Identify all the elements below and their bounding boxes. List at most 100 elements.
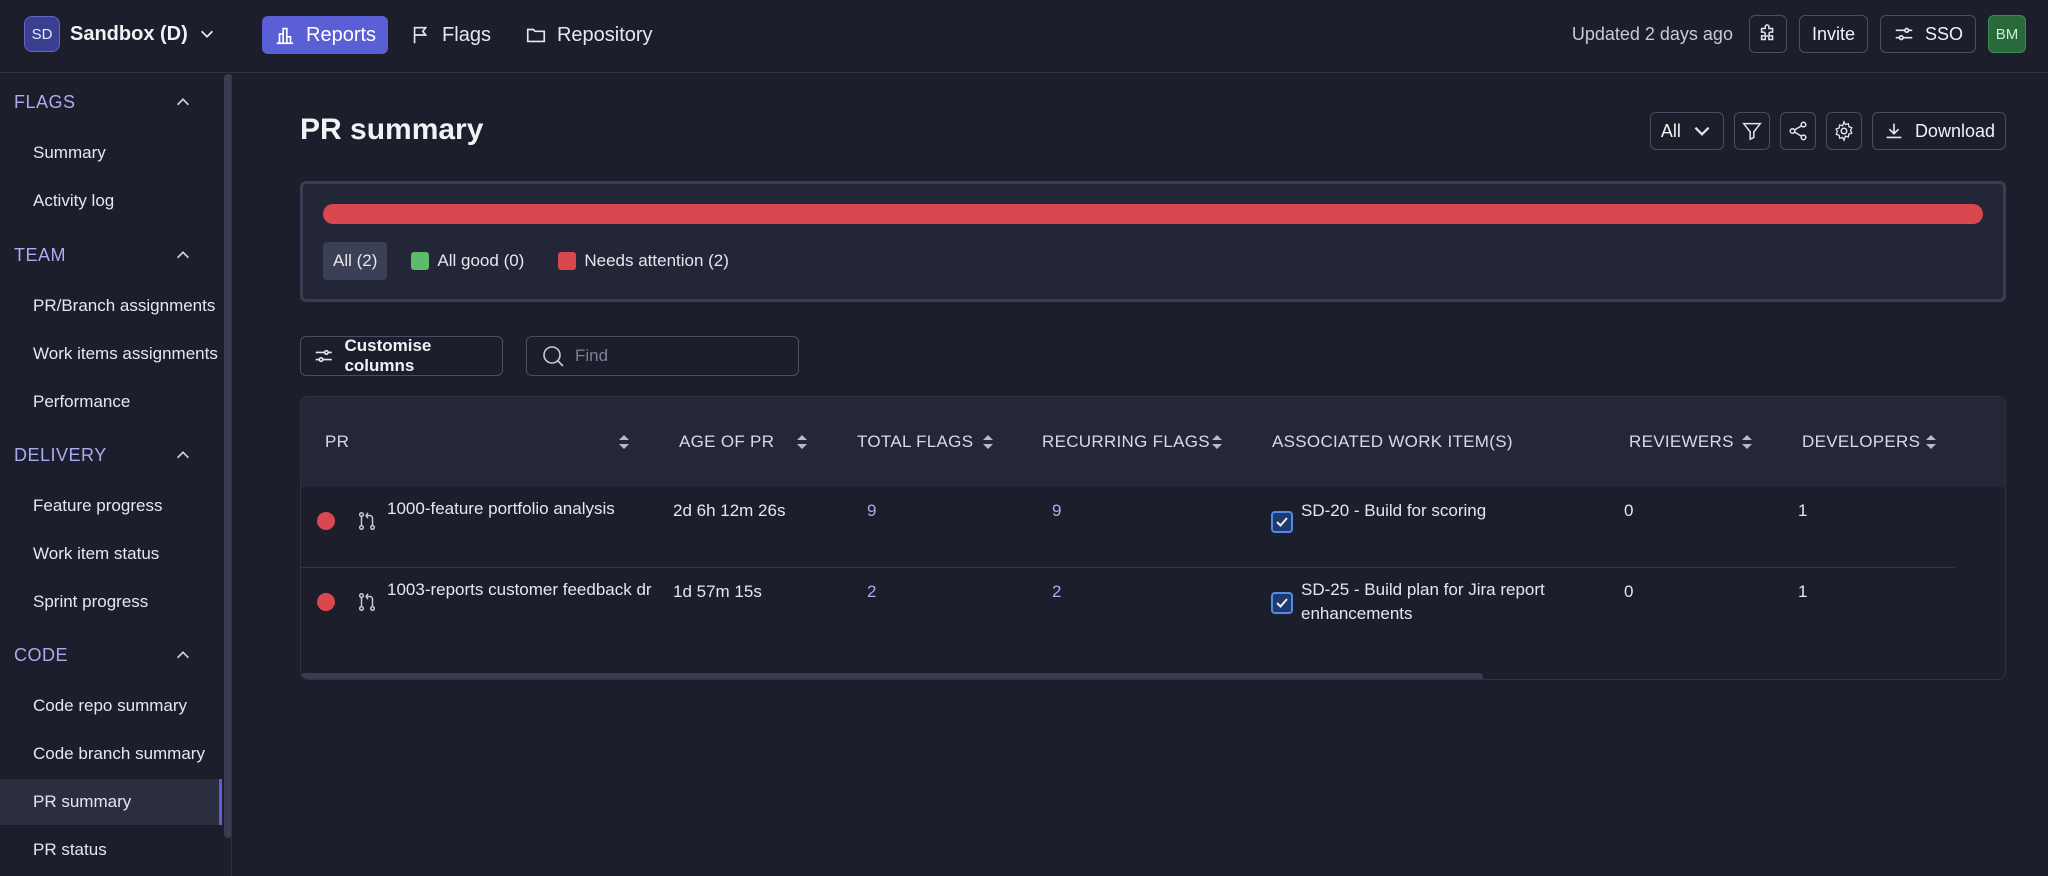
- sort-icon[interactable]: [1925, 433, 1937, 451]
- reviewers-count: 0: [1624, 501, 1634, 520]
- nav-label: Flags: [442, 23, 491, 46]
- sidebar-item-performance[interactable]: Performance: [0, 379, 222, 425]
- sort-icon[interactable]: [1741, 433, 1753, 451]
- invite-button[interactable]: Invite: [1798, 15, 1868, 53]
- sidebar-item-pr-branch-assignments[interactable]: PR/Branch assignments: [0, 283, 222, 329]
- sidebar-item-work-items-assignments[interactable]: Work items assignments: [0, 331, 222, 377]
- filter-icon: [1742, 122, 1762, 141]
- filter-select[interactable]: All: [1649, 112, 1724, 150]
- column-header-pr[interactable]: PR: [325, 397, 349, 487]
- section-title: CODE: [14, 644, 69, 665]
- sidebar-item-feature-progress[interactable]: Feature progress: [0, 483, 222, 529]
- pr-name[interactable]: 1000-feature portfolio analysis: [387, 497, 657, 521]
- user-avatar[interactable]: BM: [1988, 15, 2026, 53]
- sort-icon[interactable]: [982, 433, 994, 451]
- top-right-actions: Updated 2 days ago Invite SSO BM: [1572, 15, 2026, 53]
- total-flags[interactable]: 9: [867, 499, 876, 523]
- legend-label: All (2): [333, 251, 378, 270]
- column-header-recurring-flags[interactable]: RECURRING FLAGS: [1042, 397, 1210, 487]
- workspace-switcher[interactable]: SD Sandbox (D): [24, 16, 216, 52]
- sliders-icon: [1895, 27, 1913, 41]
- folder-icon: [526, 28, 546, 43]
- needs-attention-fill: [323, 204, 1983, 224]
- chart-bar-icon: [276, 27, 294, 45]
- sidebar-section-flags[interactable]: FLAGS: [0, 82, 220, 122]
- nav-flags[interactable]: Flags: [398, 16, 503, 54]
- column-header-age[interactable]: AGE OF PR: [679, 397, 774, 487]
- sidebar-item-work-item-status[interactable]: Work item status: [0, 531, 222, 577]
- legend-all-good[interactable]: All good (0): [401, 242, 534, 280]
- filter-button[interactable]: [1733, 112, 1770, 150]
- recurring-flags[interactable]: 9: [1052, 499, 1061, 523]
- sidebar-item-code-branch-summary[interactable]: Code branch summary: [0, 731, 222, 777]
- sliders-icon: [315, 349, 332, 363]
- sidebar-item-sprint-progress[interactable]: Sprint progress: [0, 579, 222, 625]
- pull-request-icon: [358, 593, 376, 611]
- sidebar-section-code[interactable]: CODE: [0, 635, 220, 675]
- section-title: TEAM: [14, 244, 67, 265]
- sidebar-item-pr-status[interactable]: PR status: [0, 827, 222, 873]
- sso-label: SSO: [1924, 23, 1963, 44]
- legend-all[interactable]: All (2): [323, 242, 388, 280]
- reviewers-count: 0: [1624, 582, 1634, 601]
- recurring-flags[interactable]: 2: [1052, 580, 1061, 604]
- main-nav: Reports Flags Repository: [262, 16, 665, 54]
- customise-columns-button[interactable]: Customise columns: [300, 336, 503, 376]
- download-label: Download: [1914, 120, 1995, 141]
- header-actions: All Download: [1649, 112, 2006, 150]
- table-horizontal-scrollbar[interactable]: [301, 673, 1483, 679]
- sidebar-item-code-repo-summary[interactable]: Code repo summary: [0, 683, 222, 729]
- section-title: FLAGS: [14, 91, 76, 112]
- sidebar-section-team[interactable]: TEAM: [0, 235, 220, 275]
- nav-label: Repository: [556, 23, 653, 46]
- pr-table: PR AGE OF PR TOTAL FLAGS RECURRING FLAGS…: [300, 396, 2006, 680]
- sidebar-section-delivery[interactable]: DELIVERY: [0, 435, 220, 475]
- pr-age: 1d 57m 15s: [673, 582, 762, 601]
- table-row[interactable]: 1003-reports customer feedback dr 1d 57m…: [301, 568, 1955, 649]
- column-header-total-flags[interactable]: TOTAL FLAGS: [857, 397, 973, 487]
- section-title: DELIVERY: [14, 444, 107, 465]
- download-button[interactable]: Download: [1871, 112, 2006, 150]
- integrations-button[interactable]: [1748, 15, 1787, 53]
- column-header-work-items: ASSOCIATED WORK ITEM(S): [1272, 432, 1513, 451]
- total-flags[interactable]: 2: [867, 580, 876, 604]
- sidebar-item-activity-log[interactable]: Activity log: [0, 178, 222, 224]
- puzzle-icon: [1760, 24, 1774, 41]
- legend-swatch-green: [411, 252, 430, 270]
- sidebar-scrollbar[interactable]: [224, 74, 231, 838]
- work-item-checkbox-icon: [1271, 592, 1293, 614]
- find-input[interactable]: [575, 346, 775, 366]
- sidebar-item-pr-summary[interactable]: PR summary: [0, 779, 222, 825]
- column-header-reviewers[interactable]: REVIEWERS: [1629, 397, 1734, 487]
- settings-button[interactable]: [1825, 112, 1862, 150]
- summary-card: All (2) All good (0) Needs attention (2): [300, 181, 2006, 302]
- sso-button[interactable]: SSO: [1879, 15, 1976, 53]
- top-bar: SD Sandbox (D) Reports Flags Repository …: [0, 0, 2048, 73]
- share-button[interactable]: [1779, 112, 1816, 150]
- flag-icon: [413, 26, 428, 44]
- workspace-name: Sandbox (D): [70, 22, 188, 45]
- chevron-up-icon: [176, 98, 190, 106]
- status-legend: All (2) All good (0) Needs attention (2): [323, 242, 739, 280]
- nav-repository[interactable]: Repository: [513, 16, 665, 54]
- table-row[interactable]: 1000-feature portfolio analysis 2d 6h 12…: [301, 487, 1955, 568]
- nav-reports[interactable]: Reports: [262, 16, 389, 54]
- customise-label: Customise columns: [344, 336, 432, 375]
- status-dot-needs-attention: [317, 512, 335, 530]
- work-item-link[interactable]: SD-25 - Build plan for Jira report enhan…: [1301, 578, 1591, 626]
- find-box: [526, 336, 799, 376]
- search-icon: [543, 346, 564, 367]
- updated-text: Updated 2 days ago: [1571, 23, 1733, 44]
- pr-name[interactable]: 1003-reports customer feedback dr: [387, 578, 657, 602]
- legend-needs-attention[interactable]: Needs attention (2): [548, 242, 739, 280]
- work-item-link[interactable]: SD-20 - Build for scoring: [1301, 499, 1601, 523]
- chevron-up-icon: [176, 651, 190, 659]
- chevron-up-icon: [176, 451, 190, 459]
- pr-age: 2d 6h 12m 26s: [673, 501, 786, 520]
- column-header-developers[interactable]: DEVELOPERS: [1802, 397, 1920, 487]
- gear-icon: [1835, 120, 1853, 142]
- sort-icon[interactable]: [618, 433, 630, 451]
- sort-icon[interactable]: [1211, 433, 1223, 451]
- sidebar-item-summary[interactable]: Summary: [0, 130, 222, 176]
- sort-icon[interactable]: [796, 433, 808, 451]
